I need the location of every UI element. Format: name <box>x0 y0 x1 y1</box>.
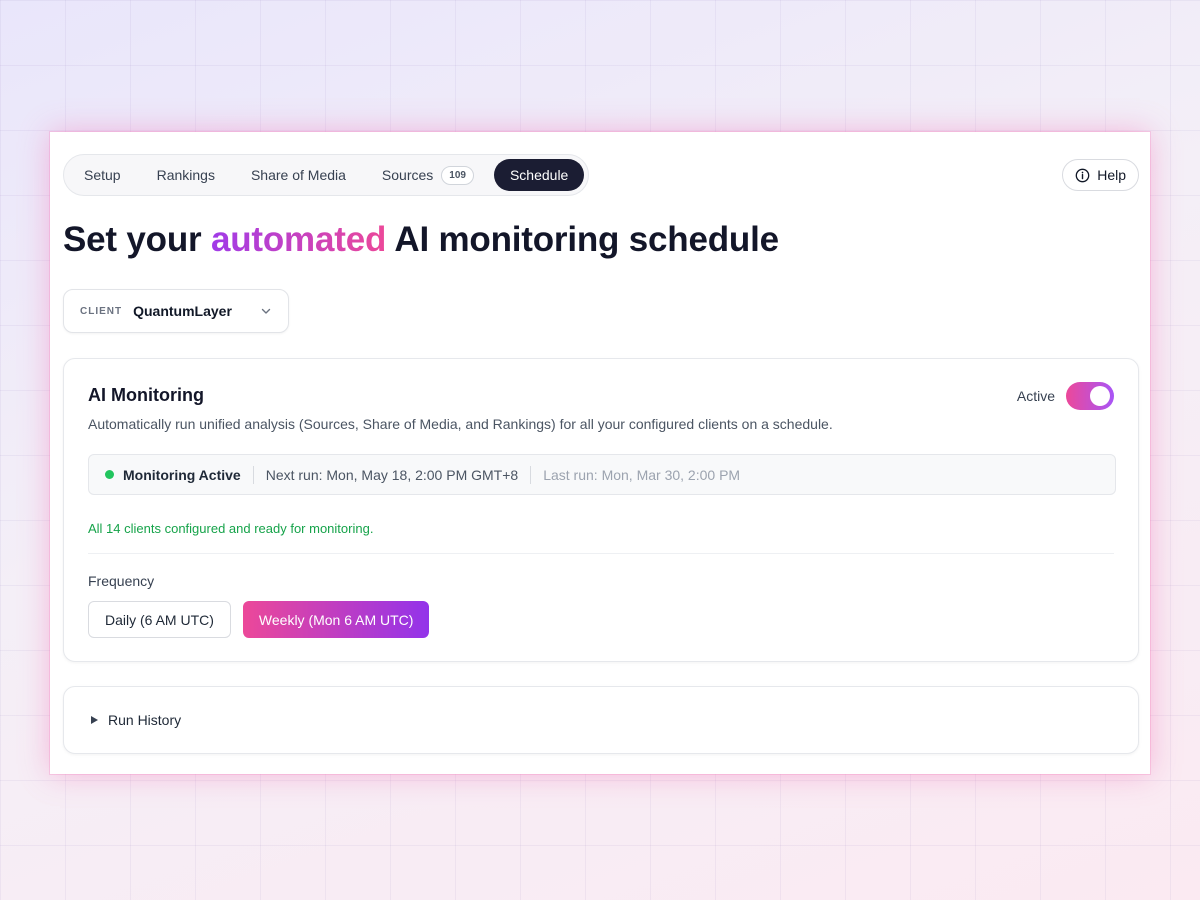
next-run: Next run: Mon, May 18, 2:00 PM GMT+8 <box>265 466 519 483</box>
tab-bar: Setup Rankings Share of Media Sources 10… <box>63 154 590 196</box>
tab-share-of-media[interactable]: Share of Media <box>235 159 362 191</box>
divider <box>88 553 1114 554</box>
client-label: CLIENT <box>80 305 123 317</box>
status-bar: Monitoring Active Next run: Mon, May 18,… <box>88 454 1116 495</box>
schedule-card: Setup Rankings Share of Media Sources 10… <box>50 132 1150 774</box>
sources-count-badge: 109 <box>441 165 474 185</box>
frequency-label: Frequency <box>88 573 155 589</box>
ai-monitoring-panel: AI Monitoring Automatically run unified … <box>63 358 1139 662</box>
tab-rankings[interactable]: Rankings <box>141 159 231 191</box>
chevron-down-icon <box>261 308 271 314</box>
page-title: Set your automated AI monitoring schedul… <box>63 220 779 259</box>
client-select[interactable]: CLIENT QuantumLayer <box>63 289 289 333</box>
tab-schedule[interactable]: Schedule <box>493 159 585 191</box>
ready-note: All 14 clients configured and ready for … <box>88 521 374 536</box>
status-separator <box>252 465 254 484</box>
title-accent: automated <box>210 220 387 259</box>
toggle-knob <box>1090 386 1110 406</box>
tab-setup[interactable]: Setup <box>68 159 137 191</box>
run-history-label: Run History <box>108 712 182 728</box>
last-run: Last run: Mon, Mar 30, 2:00 PM <box>543 466 741 483</box>
info-icon <box>1075 168 1090 182</box>
run-history-toggle[interactable]: Run History <box>63 686 1139 754</box>
frequency-weekly-button[interactable]: Weekly (Mon 6 AM UTC) <box>242 601 430 638</box>
frequency-daily-button[interactable]: Daily (6 AM UTC) <box>88 601 231 638</box>
help-button[interactable]: Help <box>1062 159 1139 191</box>
toggle-label: Active <box>1016 388 1055 404</box>
caret-right-icon <box>91 716 98 724</box>
tab-sources[interactable]: Sources 109 <box>366 159 490 191</box>
monitoring-description: Automatically run unified analysis (Sour… <box>88 416 833 432</box>
frequency-options: Daily (6 AM UTC) Weekly (Mon 6 AM UTC) <box>88 601 430 638</box>
status-dot-icon <box>105 470 114 479</box>
active-toggle[interactable] <box>1066 382 1114 410</box>
monitoring-title: AI Monitoring <box>88 385 204 405</box>
client-value: QuantumLayer <box>133 303 232 319</box>
status-label: Monitoring Active <box>123 466 241 483</box>
status-separator <box>530 465 532 484</box>
